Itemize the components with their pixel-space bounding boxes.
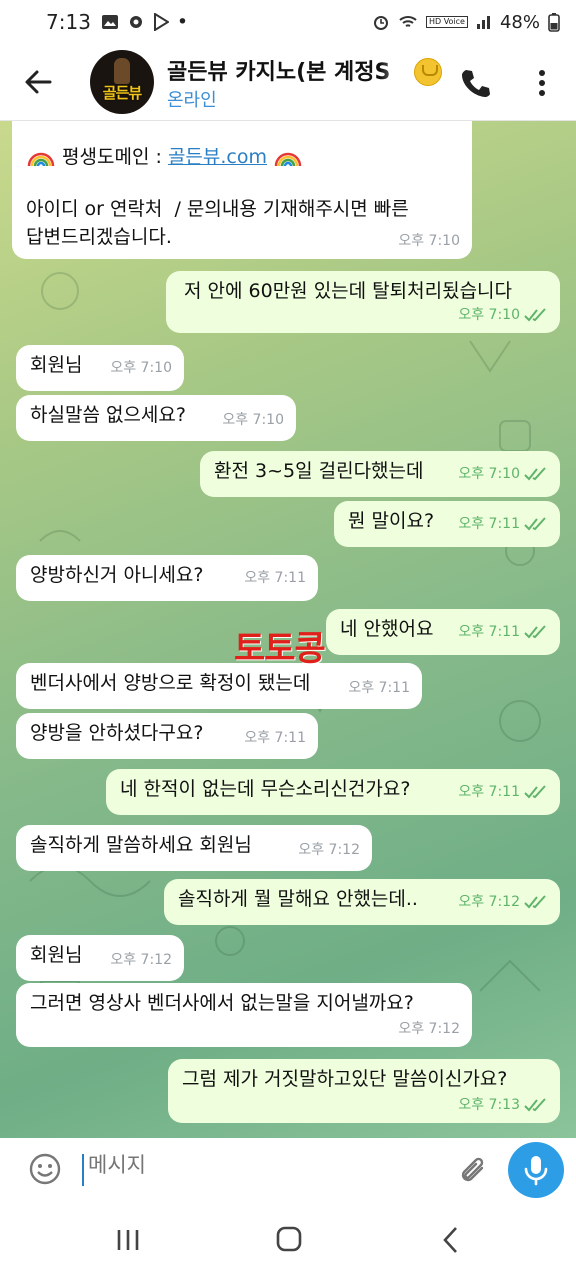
avatar-figure bbox=[114, 58, 130, 84]
message-text: 회원님 bbox=[30, 944, 83, 966]
wifi-icon bbox=[399, 16, 417, 27]
double-check-icon bbox=[524, 1098, 546, 1112]
double-check-icon bbox=[524, 625, 546, 639]
message-text: 그럼 제가 거짓말하고있단 말씀이신가요? bbox=[182, 1068, 508, 1090]
message-time: 오후 7:11 bbox=[244, 570, 306, 586]
status-dot: • bbox=[176, 11, 189, 33]
alarm-icon bbox=[373, 16, 388, 30]
phone-icon[interactable] bbox=[458, 66, 492, 100]
message-time: 오후 7:12 bbox=[398, 1021, 460, 1037]
message-bubble-outgoing[interactable]: 솔직하게 뭘 말해요 안했는데.. 오후 7:12 bbox=[164, 879, 560, 925]
message-text: 답변드리겠습니다. bbox=[26, 226, 172, 248]
microphone-button[interactable] bbox=[508, 1142, 564, 1198]
home-icon[interactable] bbox=[275, 1224, 303, 1254]
rainbow-icon bbox=[274, 152, 302, 166]
rainbow-icon bbox=[27, 152, 55, 166]
message-time: 오후 7:10 bbox=[110, 360, 172, 376]
play-store-icon bbox=[153, 13, 169, 31]
message-text: 회원님 bbox=[30, 354, 83, 376]
online-status: 온라인 bbox=[167, 90, 217, 111]
double-check-icon bbox=[524, 308, 546, 322]
chat-header: 골든뷰 골든뷰 카지노(본 계정S 온라인 bbox=[0, 44, 576, 121]
emoji-icon[interactable] bbox=[28, 1152, 62, 1186]
avatar-logo-text: 골든뷰 bbox=[102, 84, 142, 102]
message-bubble-incoming[interactable]: 양방을 안하셨다구요? 오후 7:11 bbox=[16, 713, 318, 759]
message-time: 오후 7:10 bbox=[222, 412, 284, 428]
message-time: 오후 7:10 bbox=[458, 307, 520, 323]
battery-percent: 48% bbox=[499, 11, 540, 33]
watermark-text: 토토콩 bbox=[234, 629, 326, 669]
message-bubble-incoming[interactable]: 솔직하게 말씀하세요 회원님 오후 7:12 bbox=[16, 825, 372, 871]
message-text: 아이디 or 연락처 / 문의내용 기재해주시면 빠른 bbox=[26, 198, 409, 220]
emoji-status-icon bbox=[414, 58, 442, 86]
message-text: 환전 3~5일 걸린다했는데 bbox=[214, 460, 424, 482]
message-bubble-outgoing[interactable]: 네 한적이 없는데 무슨소리신건가요? 오후 7:11 bbox=[106, 769, 560, 815]
paperclip-icon[interactable] bbox=[458, 1154, 490, 1188]
message-time: 오후 7:11 bbox=[348, 680, 410, 696]
message-time: 오후 7:10 bbox=[458, 466, 520, 482]
message-list[interactable]: 평생도메인 : 골든뷰.com 아이디 or 연락처 / 문의내용 기재해주시면… bbox=[0, 121, 576, 1138]
message-bubble-incoming[interactable]: 회원님 오후 7:12 bbox=[16, 935, 184, 981]
message-bubble-outgoing[interactable]: 뭔 말이요? 오후 7:11 bbox=[334, 501, 560, 547]
message-time: 오후 7:13 bbox=[458, 1097, 520, 1113]
message-text: 평생도메인 : 골든뷰.com bbox=[26, 143, 458, 171]
message-bubble-incoming[interactable]: 벤더사에서 양방으로 확정이 됐는데 오후 7:11 bbox=[16, 663, 422, 709]
message-text: 그러면 영상사 벤더사에서 없는말을 지어낼까요? bbox=[30, 992, 414, 1014]
gallery-icon bbox=[101, 15, 118, 29]
double-check-icon bbox=[524, 895, 546, 909]
message-text: 벤더사에서 양방으로 확정이 됐는데 bbox=[30, 672, 311, 694]
message-time: 오후 7:11 bbox=[458, 784, 520, 800]
more-vert-icon[interactable] bbox=[528, 66, 556, 100]
message-time: 오후 7:11 bbox=[458, 624, 520, 640]
composer bbox=[0, 1138, 576, 1202]
double-check-icon bbox=[524, 785, 546, 799]
message-text: 양방하신거 아니세요? bbox=[30, 564, 204, 586]
nav-back-icon[interactable] bbox=[440, 1224, 462, 1256]
message-time: 오후 7:12 bbox=[110, 952, 172, 968]
battery-icon bbox=[548, 13, 560, 32]
text-cursor bbox=[82, 1154, 84, 1186]
message-bubble-outgoing[interactable]: 네 안했어요 오후 7:11 bbox=[326, 609, 560, 655]
domain-link[interactable]: 골든뷰.com bbox=[168, 146, 267, 168]
message-text: 네 한적이 없는데 무슨소리신건가요? bbox=[120, 778, 411, 800]
message-time: 오후 7:12 bbox=[458, 894, 520, 910]
message-text: 솔직하게 말씀하세요 회원님 bbox=[30, 834, 252, 856]
message-text: 양방을 안하셨다구요? bbox=[30, 722, 204, 744]
double-check-icon bbox=[524, 467, 546, 481]
message-text: 하실말씀 없으세요? bbox=[30, 404, 186, 426]
message-text: 뭔 말이요? bbox=[348, 510, 435, 532]
microphone-icon bbox=[524, 1156, 548, 1186]
message-time: 오후 7:11 bbox=[244, 730, 306, 746]
status-bar: 7:13 • HD Voice 48% bbox=[0, 0, 576, 44]
message-input[interactable] bbox=[86, 1152, 450, 1178]
status-time: 7:13 bbox=[46, 10, 91, 34]
message-time: 오후 7:11 bbox=[458, 516, 520, 532]
settings-icon bbox=[129, 16, 142, 28]
message-bubble-incoming[interactable]: 그러면 영상사 벤더사에서 없는말을 지어낼까요? 오후 7:12 bbox=[16, 983, 472, 1047]
hd-voice-badge: HD Voice bbox=[425, 16, 468, 28]
message-bubble-outgoing[interactable]: 그럼 제가 거짓말하고있단 말씀이신가요? 오후 7:13 bbox=[168, 1059, 560, 1123]
message-bubble-incoming[interactable]: 양방하신거 아니세요? 오후 7:11 bbox=[16, 555, 318, 601]
avatar[interactable]: 골든뷰 bbox=[90, 50, 154, 114]
back-arrow-icon[interactable] bbox=[20, 64, 56, 100]
message-text: 솔직하게 뭘 말해요 안했는데.. bbox=[178, 888, 418, 910]
message-bubble-outgoing[interactable]: 환전 3~5일 걸린다했는데 오후 7:10 bbox=[200, 451, 560, 497]
double-check-icon bbox=[524, 517, 546, 531]
message-time: 오후 7:12 bbox=[298, 842, 360, 858]
message-bubble-incoming[interactable]: 하실말씀 없으세요? 오후 7:10 bbox=[16, 395, 296, 441]
message-bubble-incoming[interactable]: 평생도메인 : 골든뷰.com 아이디 or 연락처 / 문의내용 기재해주시면… bbox=[12, 121, 472, 259]
message-text: 네 안했어요 bbox=[340, 618, 434, 640]
system-nav-bar bbox=[0, 1202, 576, 1280]
message-time: 오후 7:10 bbox=[398, 233, 460, 249]
signal-icon bbox=[476, 16, 490, 29]
message-bubble-outgoing[interactable]: 저 안에 60만원 있는데 탈퇴처리됬습니다 오후 7:10 bbox=[166, 271, 560, 333]
message-bubble-incoming[interactable]: 회원님 오후 7:10 bbox=[16, 345, 184, 391]
recent-apps-icon[interactable] bbox=[116, 1226, 140, 1254]
